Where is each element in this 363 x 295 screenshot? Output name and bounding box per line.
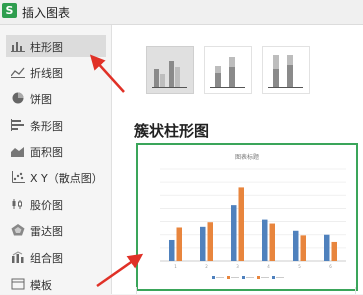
annotation-overlay (89, 54, 144, 288)
annotation-arrow-to-sidebar (89, 54, 125, 93)
annotation-arrow-to-preview (96, 253, 144, 288)
